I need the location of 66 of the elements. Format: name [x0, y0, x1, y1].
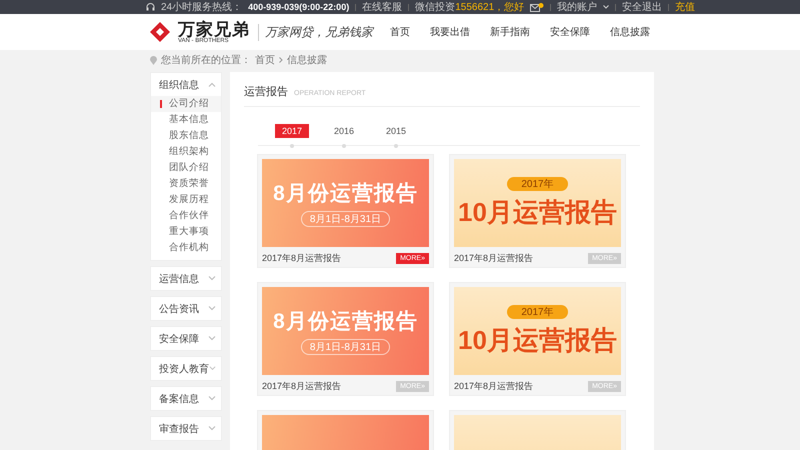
report-title: 2017年8月运营报告: [262, 380, 342, 392]
report-title: 2017年8月运营报告: [454, 380, 534, 392]
report-title: 2017年8月运营报告: [454, 252, 534, 264]
top-link[interactable]: 微信投资: [415, 0, 456, 14]
caret-icon: [603, 5, 610, 9]
mail-icon[interactable]: [530, 2, 544, 12]
banner-year: 2017年: [507, 304, 568, 318]
sidebar-item[interactable]: 合作伙伴: [151, 208, 221, 224]
sidebar-item[interactable]: 组织架构: [151, 144, 221, 160]
breadcrumb-link[interactable]: 首页: [255, 53, 275, 67]
timeline-dot: [394, 144, 398, 148]
year-tab[interactable]: 2015: [379, 124, 413, 138]
chevron-icon: [209, 366, 216, 371]
logo-icon: [150, 22, 170, 42]
banner-year: 2017年: [507, 176, 568, 190]
sidebar-group-header[interactable]: 运营信息: [151, 267, 221, 290]
chevron-icon: [208, 336, 216, 341]
sidebar-group-header[interactable]: 公告资讯: [151, 297, 221, 320]
sidebar-item[interactable]: 股东信息: [151, 128, 221, 144]
sidebar-group-header[interactable]: 投资人教育: [151, 357, 221, 380]
sidebar-item[interactable]: 重大事项: [151, 224, 221, 240]
timeline-dot: [342, 144, 346, 148]
banner-dates: 8月1日-8月31日: [300, 211, 390, 227]
chevron-icon: [208, 276, 216, 281]
banner-title: 8月份运营报告: [273, 181, 418, 207]
sidebar-group-header[interactable]: 备案信息: [151, 387, 221, 410]
chevron-icon: [208, 306, 216, 311]
nav-link[interactable]: 新手指南: [490, 25, 530, 39]
banner-title: 10月运营报告: [458, 324, 617, 356]
hotline-number: 400-939-039(9:00-22:00): [248, 2, 350, 12]
banner-title: 8月份运营报告: [273, 309, 418, 335]
nav-link[interactable]: 信息披露: [610, 25, 650, 39]
panel-title: 运营报告: [244, 84, 288, 99]
breadcrumb-current: 信息披露: [287, 54, 327, 67]
banner-dates: 8月1日-8月31日: [300, 339, 390, 355]
banner-title: 10月运营报告: [458, 196, 617, 228]
slogan: 万家网贷，兄弟钱家: [258, 24, 373, 40]
sidebar-group-header[interactable]: 审查报告: [151, 417, 221, 440]
sidebar-item[interactable]: 合作机构: [151, 240, 221, 256]
sidebar-item[interactable]: 基本信息: [151, 112, 221, 128]
chevron-icon: [208, 426, 216, 431]
sidebar-group-header[interactable]: 安全保障: [151, 327, 221, 350]
chevron-icon: [208, 82, 216, 87]
report-title: 2017年8月运营报告: [262, 252, 342, 264]
recharge-link[interactable]: 充值: [675, 0, 696, 14]
location-pin-icon: [150, 56, 157, 64]
sidebar-group-header[interactable]: 组织信息: [151, 73, 221, 96]
user-greeting: 1556621，您好: [455, 1, 524, 14]
top-link[interactable]: 在线客服: [362, 0, 402, 14]
sidebar-item[interactable]: 公司介绍: [151, 96, 221, 112]
headset-icon: [146, 3, 155, 11]
account-menu[interactable]: 我的账户: [557, 0, 598, 14]
nav-link[interactable]: 首页: [390, 25, 410, 39]
breadcrumb-label: 您当前所在的位置：: [161, 54, 251, 67]
sidebar-item[interactable]: 团队介绍: [151, 160, 221, 176]
nav-link[interactable]: 我要出借: [430, 25, 470, 39]
year-tab[interactable]: 2016: [327, 124, 361, 138]
timeline-dot: [290, 144, 294, 148]
sidebar-item[interactable]: 发展历程: [151, 192, 221, 208]
nav-link[interactable]: 安全保障: [550, 25, 590, 39]
logout-link[interactable]: 安全退出: [622, 0, 662, 14]
chevron-icon: [208, 396, 216, 401]
logo-text: 万家兄弟: [178, 20, 250, 38]
sidebar-item[interactable]: 资质荣誉: [151, 176, 221, 192]
hotline-label: 24小时服务热线：: [161, 0, 242, 14]
chevron-right-icon: [279, 57, 283, 63]
